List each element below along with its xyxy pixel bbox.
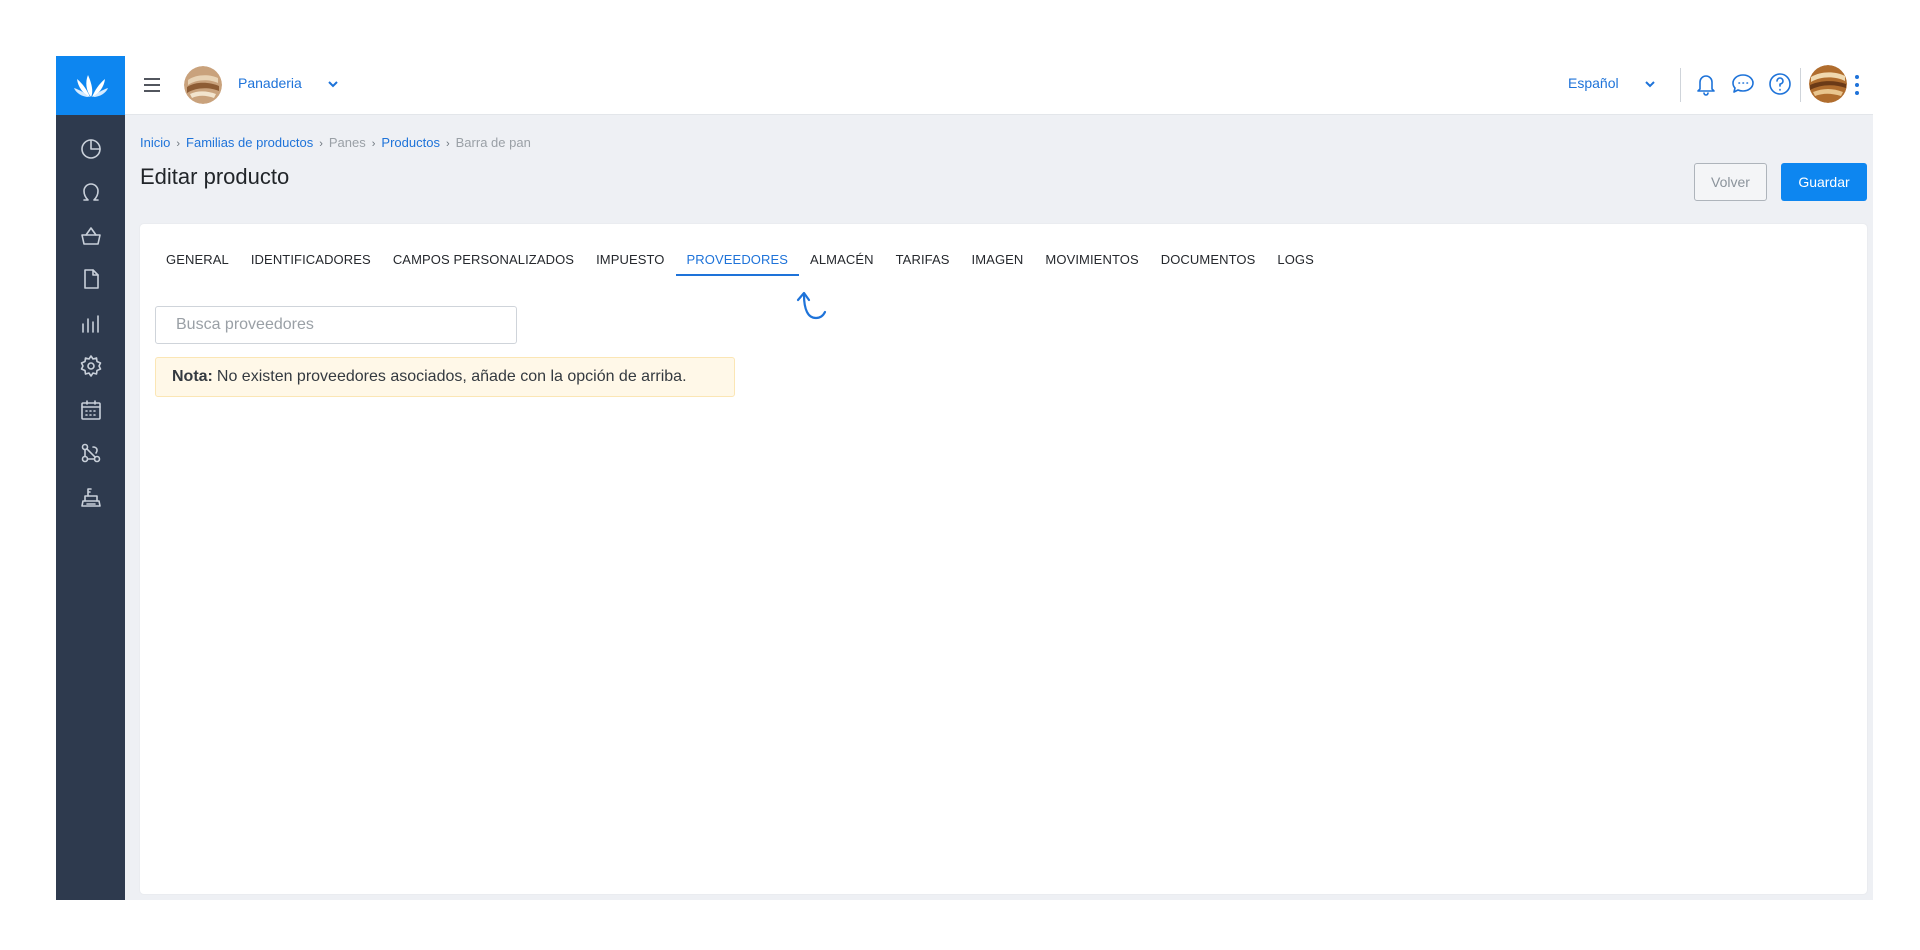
breadcrumb-separator: › <box>445 138 450 150</box>
breadcrumb-item-inicio[interactable]: Inicio <box>140 135 170 150</box>
contacts-icon[interactable] <box>56 171 125 215</box>
content-card: GENERAL IDENTIFICADORES CAMPOS PERSONALI… <box>140 224 1867 894</box>
bell-icon[interactable] <box>1693 71 1719 97</box>
page-title: Editar producto <box>140 164 290 189</box>
tab-general[interactable]: GENERAL <box>155 240 240 276</box>
breadcrumb-item-current: Barra de pan <box>455 135 531 150</box>
calendar-icon[interactable] <box>56 388 125 432</box>
divider <box>1800 68 1801 102</box>
tab-tarifas[interactable]: TARIFAS <box>885 240 961 276</box>
pos-register-icon[interactable] <box>56 475 125 519</box>
integrations-icon[interactable] <box>56 432 125 476</box>
more-vertical-icon[interactable] <box>1852 73 1862 97</box>
search-suppliers-input[interactable] <box>155 306 517 344</box>
tab-impuesto[interactable]: IMPUESTO <box>585 240 675 276</box>
documents-icon[interactable] <box>56 258 125 302</box>
save-button[interactable]: Guardar <box>1781 163 1867 201</box>
chat-icon[interactable] <box>1730 71 1756 97</box>
logo-icon <box>73 74 108 97</box>
company-name[interactable]: Panaderia <box>238 75 302 91</box>
chevron-down-icon[interactable] <box>326 77 340 91</box>
top-bar: Panaderia Español <box>125 56 1873 115</box>
back-button[interactable]: Volver <box>1694 163 1767 201</box>
divider <box>1680 68 1681 102</box>
company-avatar[interactable] <box>184 66 222 104</box>
tab-campos-personalizados[interactable]: CAMPOS PERSONALIZADOS <box>382 240 585 276</box>
hamburger-menu-icon[interactable] <box>141 74 163 96</box>
breadcrumb-separator: › <box>319 138 323 150</box>
app-logo[interactable] <box>56 56 125 115</box>
tab-logs[interactable]: LOGS <box>1266 240 1325 276</box>
sales-basket-icon[interactable] <box>56 214 125 258</box>
tab-bar: GENERAL IDENTIFICADORES CAMPOS PERSONALI… <box>155 240 1325 276</box>
help-icon[interactable] <box>1767 71 1793 97</box>
breadcrumb-separator: › <box>176 138 181 150</box>
reports-icon[interactable] <box>56 301 125 345</box>
sidebar <box>56 56 125 900</box>
user-avatar[interactable] <box>1809 65 1847 103</box>
breadcrumb-item-panes: Panes <box>328 135 366 150</box>
tab-movimientos[interactable]: MOVIMIENTOS <box>1034 240 1149 276</box>
curved-arrow-icon <box>785 282 833 330</box>
settings-icon[interactable] <box>56 345 125 389</box>
tab-imagen[interactable]: IMAGEN <box>961 240 1035 276</box>
note-text: No existen proveedores asociados, añade … <box>216 368 687 385</box>
tab-identificadores[interactable]: IDENTIFICADORES <box>240 240 382 276</box>
dashboard-icon[interactable] <box>56 127 125 171</box>
note-label: Nota: <box>172 368 213 385</box>
breadcrumb-item-productos[interactable]: Productos <box>381 135 440 150</box>
chevron-down-icon[interactable] <box>1643 77 1657 91</box>
breadcrumb-separator: › <box>371 138 376 150</box>
breadcrumb-item-familias[interactable]: Familias de productos <box>186 135 313 150</box>
tab-almacen[interactable]: ALMACÉN <box>799 240 885 276</box>
breadcrumb: Inicio › Familias de productos › Panes › Produ… <box>140 135 531 150</box>
tab-proveedores[interactable]: PROVEEDORES <box>675 240 800 276</box>
language-selector[interactable]: Español <box>1568 75 1619 91</box>
empty-suppliers-note: Nota: No existen proveedores asociados, a… <box>155 357 735 397</box>
tab-documentos[interactable]: DOCUMENTOS <box>1150 240 1267 276</box>
app-frame: Panaderia Español Inicio › Familias de p… <box>56 56 1873 900</box>
